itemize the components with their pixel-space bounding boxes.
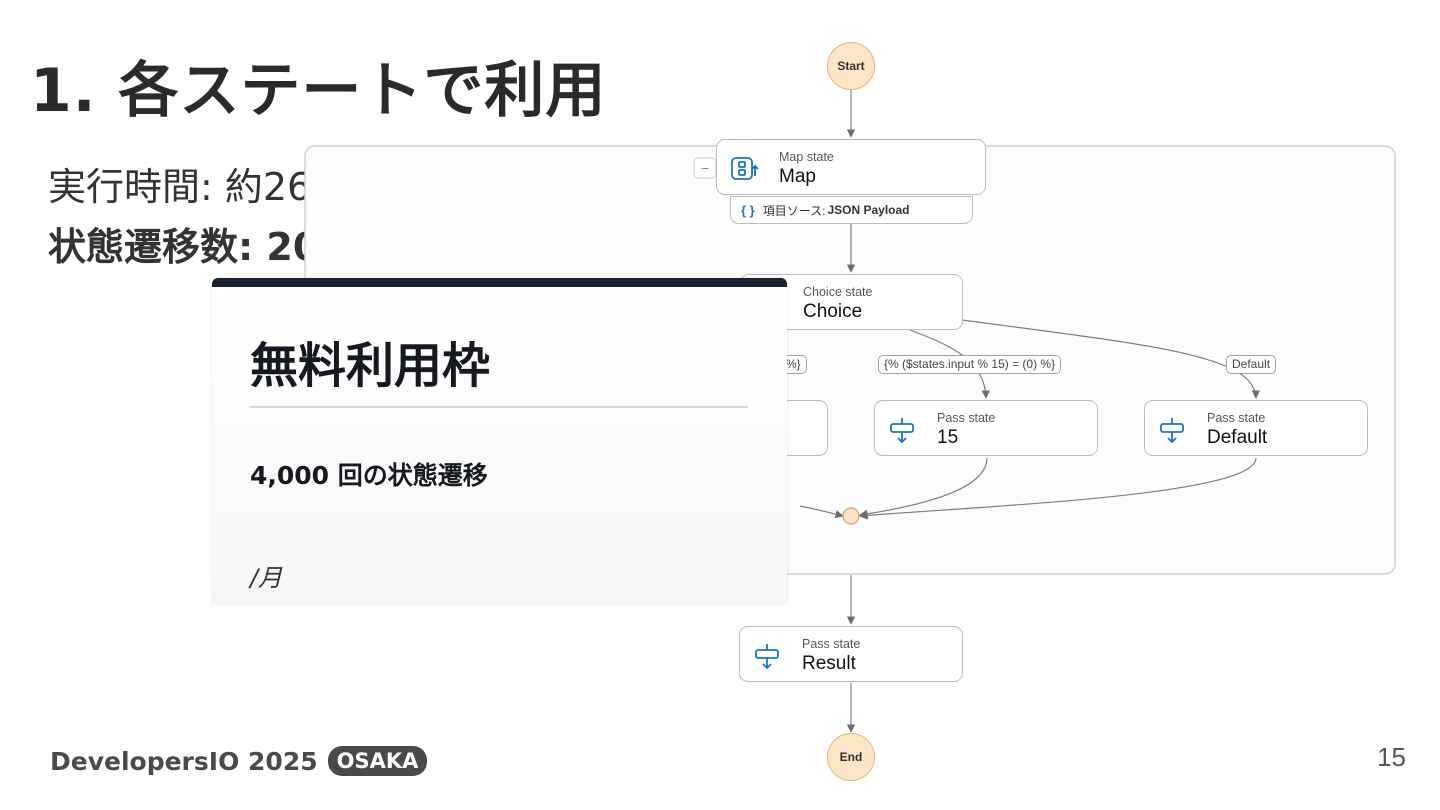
map-node-type: Map state: [779, 150, 834, 164]
item-source-label: { } 項目ソース: JSON Payload: [730, 196, 973, 224]
pass-result-name: Result: [802, 653, 856, 674]
start-label: Start: [837, 59, 865, 73]
free-tier-amount: 4,000 回の状態遷移: [250, 461, 488, 490]
free-tier-card: 無料利用枠 4,000 回の状態遷移 /月: [212, 278, 787, 604]
free-tier-title: 無料利用枠: [250, 338, 491, 394]
pass-default-name: Default: [1207, 427, 1268, 448]
card-divider: [250, 406, 748, 408]
choice-node-name: Choice: [803, 301, 863, 322]
pass-state-icon: [1157, 415, 1187, 445]
pass-state-node-15[interactable]: Pass state 15: [874, 400, 1098, 456]
pass-15-type: Pass state: [937, 411, 996, 425]
free-tier-unit: /月: [250, 564, 283, 592]
end-node[interactable]: End: [827, 733, 875, 781]
pass-result-type: Pass state: [802, 637, 861, 651]
item-source-value: JSON Payload: [827, 203, 910, 217]
pass-state-icon: [887, 415, 917, 445]
map-node-name: Map: [779, 166, 816, 187]
edge-label-mod-15: {% ($states.input % 15) = (0) %}: [878, 355, 1062, 374]
end-label: End: [839, 750, 863, 764]
svg-text:−: −: [701, 160, 709, 176]
json-braces-icon: { }: [741, 202, 755, 218]
start-node[interactable]: Start: [827, 42, 875, 90]
map-state-node[interactable]: Map state Map: [716, 139, 986, 195]
pass-state-icon: [752, 641, 782, 671]
join-point: [842, 507, 860, 525]
event-logo: DevelopersIO 2025 OSAKA: [50, 746, 428, 776]
collapse-toggle-button[interactable]: −: [693, 157, 717, 179]
pass-state-node-default[interactable]: Pass state Default: [1144, 400, 1368, 456]
card-top-bar: [212, 278, 787, 287]
page-number: 15: [1377, 742, 1406, 772]
brand-badge: OSAKA: [327, 746, 428, 776]
pass-state-node-result[interactable]: Pass state Result: [739, 626, 963, 682]
map-state-icon: [729, 154, 759, 184]
choice-node-type: Choice state: [803, 285, 873, 299]
brand-name: DevelopersIO 2025: [50, 746, 318, 776]
pass-default-type: Pass state: [1207, 411, 1266, 425]
pass-15-name: 15: [937, 427, 959, 448]
item-source-prefix: 項目ソース:: [762, 203, 826, 218]
edge-label-default: Default: [1226, 355, 1277, 374]
